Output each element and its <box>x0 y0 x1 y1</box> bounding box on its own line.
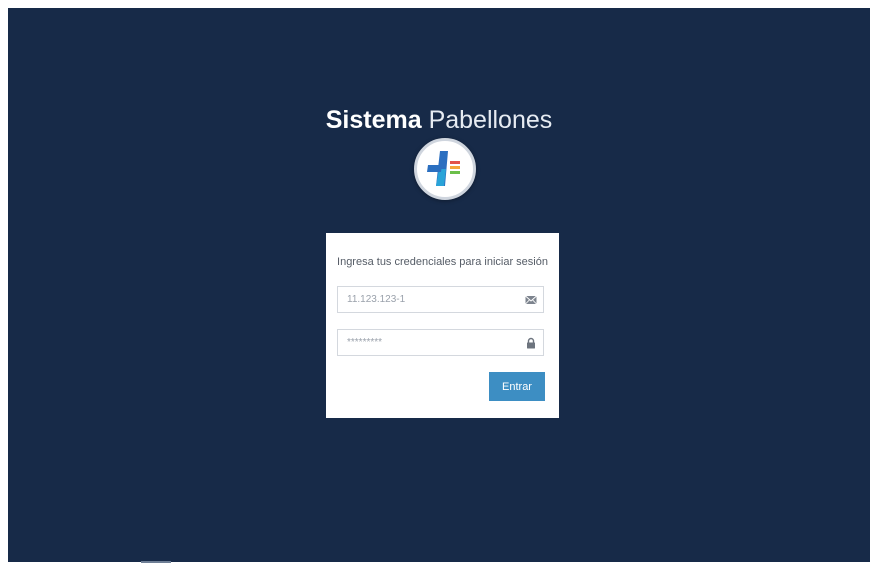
login-card: Ingresa tus credenciales para iniciar se… <box>326 233 559 418</box>
login-screen: Sistema Pabellones Ingresa tus credencia… <box>8 8 870 563</box>
login-submit-button[interactable]: Entrar <box>489 372 545 401</box>
username-field[interactable] <box>337 286 544 313</box>
lock-icon <box>527 337 535 349</box>
app-title: Sistema Pabellones <box>8 105 870 135</box>
username-input[interactable] <box>338 287 527 312</box>
app-title-light: Pabellones <box>428 106 553 134</box>
login-subtitle: Ingresa tus credenciales para iniciar se… <box>337 256 548 268</box>
app-title-strong: Sistema <box>325 106 422 134</box>
password-input[interactable] <box>338 330 527 355</box>
password-field[interactable] <box>337 329 544 356</box>
hospital-plus-logo-icon <box>414 138 476 200</box>
envelope-icon <box>525 295 537 305</box>
